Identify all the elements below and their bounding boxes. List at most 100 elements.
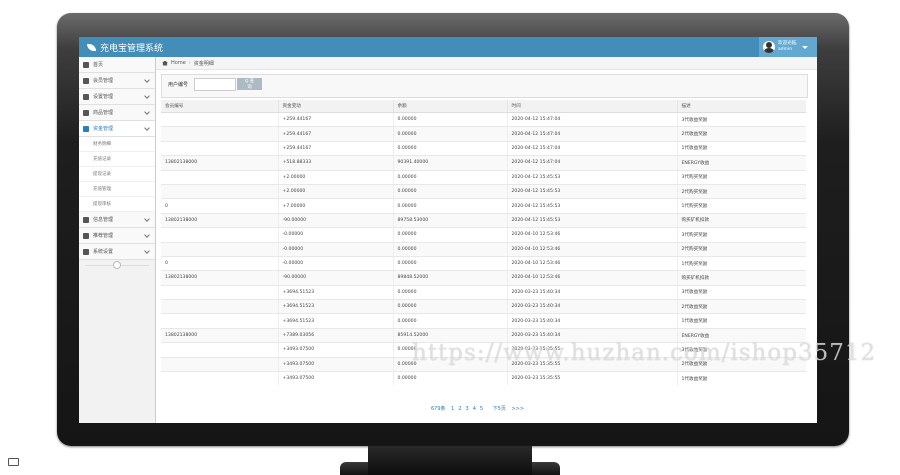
fund-table-container: 会员编号 资金变动 余额 时间 描述 +259.44167 0.00000 2020-04-… [161, 100, 806, 385]
home-icon [162, 60, 168, 66]
pager-page-link[interactable]: 4 [473, 406, 476, 412]
table-row: +3493.07500 0.00000 2020-03-23 15:35:55 1代收… [161, 371, 806, 385]
user-menu[interactable]: 欢迎光临, admin [759, 37, 817, 57]
chevron-down-icon [144, 93, 150, 99]
pager-next[interactable]: 下5页 [493, 406, 506, 412]
column-header[interactable]: 时间 [507, 100, 678, 113]
sidebar-subitem[interactable]: 充值管理 [79, 182, 155, 197]
table-row: 13802138000 +518.88333 90391.40000 2020-04-… [161, 155, 806, 171]
sidebar-item[interactable]: 设置管理 [79, 89, 155, 105]
table-cell: 2020-04-12 15:47:04 [507, 141, 678, 157]
file-icon [83, 232, 89, 239]
sidebar-item[interactable]: 推荐管理 [79, 228, 155, 244]
book-icon [83, 93, 89, 100]
column-header[interactable]: 会员编号 [161, 100, 279, 113]
table-row: +259.44167 0.00000 2020-04-12 15:47:04 2代收益… [161, 126, 806, 142]
table-cell: 2020-03-23 15:35:55 [507, 342, 678, 358]
table-row: +259.44167 0.00000 2020-04-12 15:47:04 1代收益… [161, 141, 806, 157]
sidebar-item[interactable]: 首页 [79, 57, 155, 73]
table-header: 会员编号 资金变动 余额 时间 描述 [161, 100, 806, 113]
table-cell: +7.00000 [278, 198, 394, 214]
table-row: +3694.51523 0.00000 2020-03-23 15:40:34 2代收… [161, 299, 806, 315]
table-cell: 3代收益奖励 [677, 112, 806, 128]
table-cell: 2代收益奖励 [677, 126, 806, 142]
table-cell: 2020-03-23 15:35:55 [507, 357, 678, 373]
sidebar-subitem[interactable]: 财务明细 [79, 137, 155, 152]
table-cell: 0 [161, 256, 279, 272]
sidebar-item[interactable]: 商品管理 [79, 105, 155, 121]
table-cell: 13802138000 [161, 155, 279, 171]
table-cell: 0.00000 [393, 112, 508, 128]
table-cell: 0.00000 [393, 126, 508, 142]
table-cell: +3694.51523 [278, 285, 394, 301]
table-cell [161, 342, 279, 358]
table-body: +259.44167 0.00000 2020-04-12 15:47:04 3代收益… [161, 112, 806, 385]
table-cell: 0.00000 [393, 285, 508, 301]
chevron-down-icon [144, 109, 150, 115]
column-header[interactable]: 余额 [393, 100, 508, 113]
table-cell [161, 126, 279, 142]
sidebar-item-label: 会员管理 [93, 78, 114, 84]
table-cell: 89758.53000 [393, 213, 508, 229]
table-row: +259.44167 0.00000 2020-04-12 15:47:04 3代收益… [161, 112, 806, 128]
table-cell: 0.00000 [393, 227, 508, 243]
fund-table: 会员编号 资金变动 余额 时间 描述 +259.44167 0.00000 2020-04-… [161, 100, 806, 385]
table-cell: +3694.51523 [278, 313, 394, 329]
app-title: 充电宝管理系统 [100, 44, 164, 54]
table-row: 13802138000 -90.00000 89848.52000 2020-04-1… [161, 270, 806, 286]
table-cell: 2020-03-23 15:40:34 [507, 313, 678, 329]
sidebar-item[interactable]: 会员管理 [79, 73, 155, 89]
edit-icon [83, 77, 89, 84]
column-header[interactable]: 描述 [677, 100, 806, 113]
table-cell: 0.00000 [393, 198, 508, 214]
pager-page-link[interactable]: 3 [466, 406, 469, 412]
sidebar-menu: 首页会员管理设置管理 商品管理 资金管理 财务明细 充值记录 提现记录 充值管理 提现审核 信息… [79, 57, 155, 260]
table-cell: ENERGY收益 [677, 328, 806, 344]
search-button[interactable]: Q 查询 [237, 78, 262, 90]
table-cell: -0.00000 [278, 227, 394, 243]
search-input[interactable] [194, 78, 236, 91]
sidebar-subitem[interactable]: 提现记录 [79, 167, 155, 182]
table-cell: 0.00000 [393, 357, 508, 373]
pager-page-link[interactable]: 1 [451, 406, 454, 412]
table-cell: 0.00000 [393, 170, 508, 185]
book-icon [83, 248, 89, 255]
table-cell [161, 112, 279, 128]
table-cell [161, 227, 279, 243]
collapse-icon[interactable] [113, 261, 121, 269]
monitor-icon [8, 458, 19, 466]
chevron-down-icon [144, 232, 150, 238]
table-cell [161, 170, 279, 185]
pager-page-link[interactable]: 5 [480, 406, 483, 412]
table-cell: 1代收益奖励 [677, 141, 806, 157]
sidebar-subitem[interactable]: 充值记录 [79, 152, 155, 167]
table-cell: 1代收益奖励 [677, 313, 806, 329]
table-cell: +3694.51523 [278, 299, 394, 315]
breadcrumb-current: 资金明细 [193, 60, 214, 67]
sidebar-item[interactable]: 资金管理 [79, 121, 155, 137]
table-cell: 2020-04-10 12:53:46 [507, 227, 678, 243]
table-cell: 2020-04-12 15:45:53 [507, 213, 678, 229]
dashboard-icon [83, 61, 89, 68]
user-name: admin [778, 47, 793, 52]
table-cell: 13802138000 [161, 328, 279, 344]
table-cell: 0.00000 [393, 371, 508, 385]
sidebar-subitem[interactable]: 提现审核 [79, 197, 155, 212]
pager-ellipsis[interactable]: >>> [511, 406, 524, 412]
table-cell: 2代购买奖励 [677, 184, 806, 200]
breadcrumb-home[interactable]: Home [171, 60, 186, 66]
table-cell: 2代收益奖励 [677, 299, 806, 315]
app-logo[interactable]: 充电宝管理系统 [87, 41, 163, 54]
table-cell: 13802138000 [161, 270, 279, 286]
pager-pages: 12345 [451, 406, 487, 412]
pager-page-link[interactable]: 2 [458, 406, 461, 412]
sidebar-collapse[interactable] [79, 260, 155, 270]
calendar-icon [83, 125, 89, 132]
sidebar-item-label: 系统设置 [93, 249, 114, 255]
column-header[interactable]: 资金变动 [278, 100, 394, 113]
table-row: -0.00000 0.00000 2020-04-10 12:53:46 3代购买奖励 [161, 227, 806, 243]
sidebar-item[interactable]: 系统设置 [79, 244, 155, 260]
sidebar-item[interactable]: 信息管理 [79, 212, 155, 228]
table-cell: 1代购买奖励 [677, 256, 806, 272]
table-cell: +3493.07500 [278, 371, 394, 385]
